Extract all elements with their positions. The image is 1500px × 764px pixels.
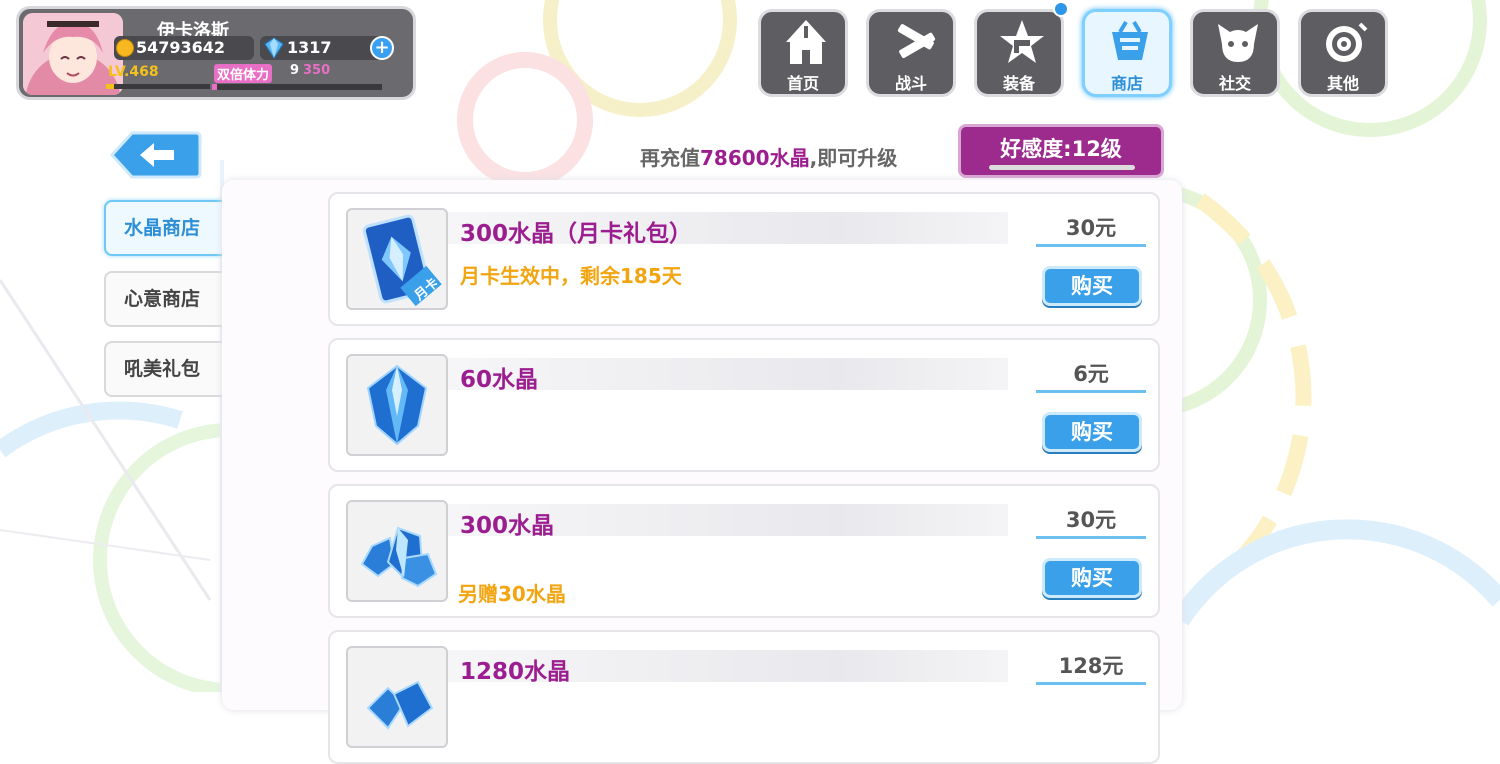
- nav-shop-label: 商店: [1110, 74, 1143, 93]
- shop-item: 月卡 300水晶（月卡礼包） 月卡生效中，剩余185天 30元 购买: [328, 192, 1160, 326]
- notification-dot: [1053, 1, 1069, 17]
- crossed-guns-icon: [897, 24, 936, 59]
- nav-equipment-label: 装备: [1002, 74, 1035, 93]
- nav-battle-button[interactable]: 战斗: [866, 9, 956, 97]
- affection-badge: 好感度:12级: [958, 124, 1164, 178]
- item-name: 1280水晶: [460, 659, 571, 685]
- item-price: 128元: [1036, 650, 1146, 685]
- item-subtitle: 月卡生效中，剩余185天: [460, 264, 682, 288]
- item-name: 300水晶: [460, 513, 555, 539]
- stamina-max: 350: [303, 63, 331, 78]
- gold-coin-icon: [116, 39, 134, 57]
- crystal-amount: 1317: [287, 38, 332, 57]
- cat-face-icon: [1218, 24, 1258, 62]
- item-price: 30元: [1036, 504, 1146, 539]
- affection-progress-bar: [989, 165, 1135, 170]
- nav-social-label: 社交: [1218, 74, 1251, 93]
- nav-shop-button[interactable]: 商店: [1082, 9, 1172, 97]
- add-crystals-button[interactable]: +: [370, 36, 394, 60]
- item-name: 300水晶（月卡礼包）: [460, 221, 693, 247]
- buy-button[interactable]: 购买: [1042, 266, 1142, 306]
- shopping-basket-icon: [1112, 20, 1148, 60]
- item-subtitle: 另赠30水晶: [458, 582, 566, 606]
- nav-social-button[interactable]: 社交: [1190, 9, 1280, 97]
- nav-home-label: 首页: [786, 74, 819, 93]
- nav-home-button[interactable]: 首页: [758, 9, 848, 97]
- back-button[interactable]: [110, 130, 202, 180]
- crystal-icon: [264, 37, 284, 59]
- stamina-progress-bar: [212, 84, 382, 90]
- nav-battle-label: 战斗: [894, 74, 927, 93]
- item-price: 6元: [1036, 358, 1146, 393]
- recharge-hint: 再充值78600水晶,即可升级: [640, 146, 898, 170]
- shop-item: 300水晶 另赠30水晶 30元 购买: [328, 484, 1160, 618]
- stamina-value: 9: [290, 63, 300, 78]
- shop-item: 60水晶 6元 购买: [328, 338, 1160, 472]
- affection-level: 好感度:12级: [1000, 137, 1122, 161]
- player-avatar[interactable]: [23, 13, 123, 95]
- gold-amount: 54793642: [136, 38, 226, 57]
- buy-button[interactable]: 购买: [1042, 558, 1142, 598]
- shop-item: 1280水晶 128元: [328, 630, 1160, 764]
- star-gun-icon: [1000, 20, 1044, 63]
- nav-equipment-button[interactable]: 装备: [974, 9, 1064, 97]
- target-icon: [1326, 22, 1368, 62]
- nav-other-label: 其他: [1326, 74, 1359, 93]
- tab-gift-shop[interactable]: 心意商店: [104, 271, 228, 327]
- item-name: 60水晶: [460, 367, 539, 393]
- tab-crystal-shop[interactable]: 水晶商店: [104, 200, 228, 256]
- player-level: LV.468: [108, 64, 159, 80]
- church-icon: [786, 20, 826, 64]
- tab-bundle-shop[interactable]: 吼美礼包: [104, 341, 228, 397]
- level-progress-bar: [106, 84, 210, 89]
- monthly-card-icon: 月卡: [346, 208, 448, 310]
- item-price: 30元: [1036, 212, 1146, 247]
- crystal-pile-icon: [346, 646, 448, 748]
- crystal-cluster-icon: [346, 500, 448, 602]
- single-crystal-icon: [346, 354, 448, 456]
- nav-other-button[interactable]: 其他: [1298, 9, 1388, 97]
- stamina-label: 双倍体力: [214, 64, 273, 83]
- buy-button[interactable]: 购买: [1042, 412, 1142, 452]
- recharge-amount: 78600水晶: [700, 146, 810, 170]
